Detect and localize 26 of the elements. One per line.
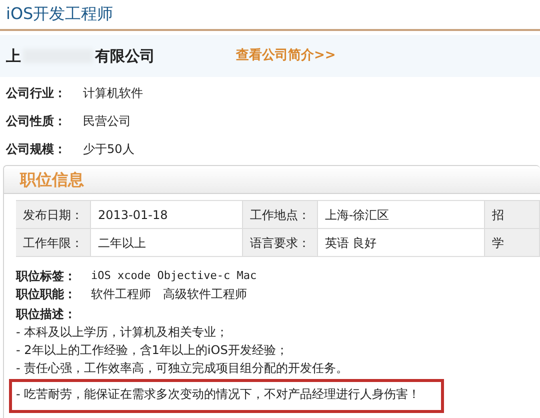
page-title: iOS开发工程师 — [6, 4, 114, 23]
field-value: iOS xcode Objective-c Mac — [91, 268, 257, 284]
field-label: 工作年限： — [16, 229, 91, 256]
field-label: 语言要求： — [242, 229, 318, 256]
section-title: 职位信息 — [20, 168, 84, 190]
company-name: 上 — [6, 46, 21, 67]
field-label: 工作地点： — [242, 201, 318, 228]
field-label: 职位描述： — [16, 306, 76, 323]
company-name: 有限公司 — [95, 46, 155, 67]
fact-label: 公司行业： — [6, 85, 67, 102]
field-label: 发布日期： — [16, 201, 91, 228]
description-line: - 本科及以上学历，计算机及相关专业； — [16, 325, 228, 339]
field-value: 软件工程师 高级软件工程师 — [91, 286, 247, 303]
fact-value: 少于50人 — [83, 141, 134, 158]
description-line: - 2年以上的工作经验，含1年以上的iOS开发经验； — [16, 343, 288, 357]
field-label: 招 — [485, 201, 540, 228]
description-line: - 责任心强，工作效率高，可独立完成项目组分配的开发任务。 — [16, 361, 348, 375]
field-label: 职位职能： — [16, 286, 77, 303]
company-intro-link[interactable]: 查看公司简介>> — [236, 46, 336, 66]
fact-value: 民营公司 — [83, 113, 131, 130]
field-label: 学 — [485, 229, 540, 256]
fact-label: 公司性质： — [6, 113, 67, 130]
fact-label: 公司规模： — [6, 141, 67, 158]
fact-value: 计算机软件 — [83, 85, 143, 102]
field-label: 职位标签： — [16, 268, 77, 285]
description-line: - 吃苦耐劳，能保证在需求多次变动的情况下，不对产品经理进行人身伤害！ — [16, 387, 420, 401]
